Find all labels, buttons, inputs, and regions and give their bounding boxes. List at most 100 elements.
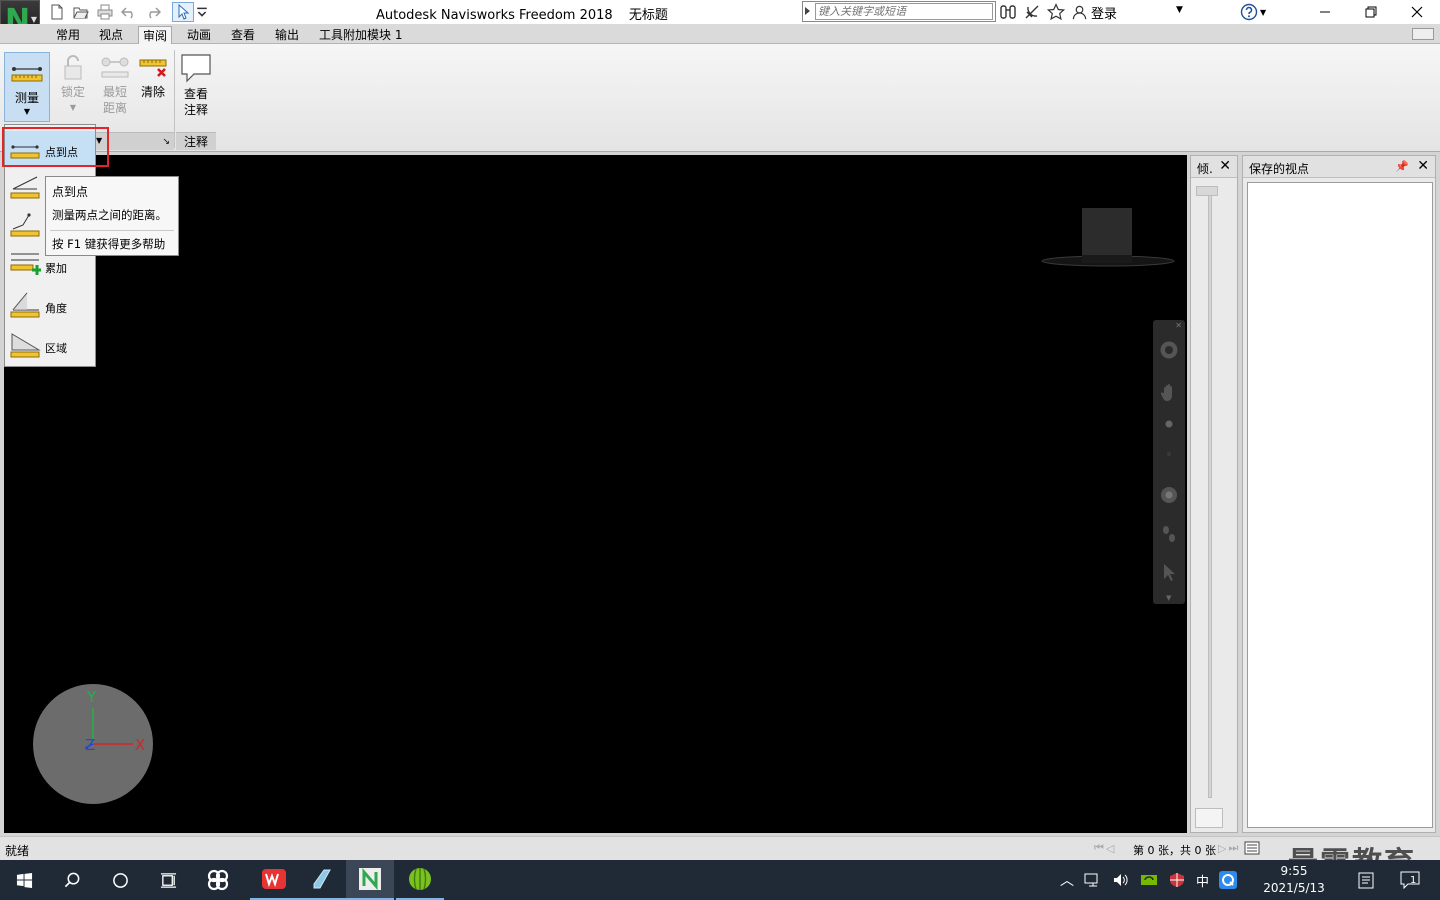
panel-launcher-icon[interactable]: ↘	[162, 133, 170, 151]
pin-panel-icon[interactable]: 📌	[1395, 160, 1409, 173]
next-sheet-icon[interactable]: ▷	[1218, 842, 1226, 855]
print-button[interactable]	[94, 2, 116, 22]
user-icon	[1072, 5, 1087, 20]
redo-button[interactable]	[142, 2, 164, 22]
communication-center-button[interactable]	[1022, 2, 1042, 22]
tray-expand-icon[interactable]: ︿	[1060, 870, 1074, 890]
3d-viewport[interactable]	[4, 155, 1187, 833]
login-button[interactable]: 登录	[1072, 3, 1117, 22]
ime-indicator[interactable]: 中	[1196, 871, 1209, 890]
taskbar-app-file-manager[interactable]	[298, 860, 346, 900]
tab-home[interactable]: 常用	[52, 26, 84, 44]
volume-icon[interactable]	[1112, 872, 1130, 888]
navbar-more-icon[interactable]: ▼	[1166, 594, 1171, 602]
look-button[interactable]	[1159, 485, 1179, 505]
binoculars-search-button[interactable]	[998, 2, 1018, 22]
search-taskbar-button[interactable]	[48, 860, 96, 900]
accumulate-icon	[10, 253, 41, 275]
taskbar-app-navisworks[interactable]	[346, 860, 394, 900]
steering-wheel-button[interactable]	[1159, 340, 1179, 360]
ribbon-minimize-button[interactable]	[1412, 28, 1434, 40]
close-tilt-panel-icon[interactable]: ✕	[1219, 158, 1231, 174]
tilt-slider-thumb[interactable]	[1196, 186, 1218, 196]
action-center-button[interactable]: 1	[1400, 860, 1420, 900]
shortest-distance-button[interactable]: 最短 距离	[96, 52, 134, 116]
lock-icon	[64, 55, 82, 80]
view-notes-button[interactable]: 查看 注释	[178, 52, 214, 118]
start-button[interactable]	[0, 860, 48, 900]
login-dropdown-icon[interactable]: ▼	[1176, 5, 1183, 15]
select-nav-button[interactable]	[1159, 562, 1179, 582]
z-axis-label: Z	[85, 736, 95, 754]
saved-viewpoints-list[interactable]	[1247, 182, 1433, 828]
orbit-button[interactable]	[1159, 444, 1179, 464]
search-input[interactable]	[815, 3, 993, 20]
security-shield-icon[interactable]	[1168, 872, 1186, 888]
nvidia-icon[interactable]	[1140, 872, 1158, 888]
tab-review[interactable]: 审阅	[138, 26, 173, 44]
title-bar: Autodesk Navisworks Freedom 2018 无标题 登录 …	[0, 0, 1440, 24]
tilt-value-box[interactable]	[1195, 808, 1223, 828]
select-tool-button[interactable]	[172, 2, 194, 22]
zoom-button[interactable]	[1159, 414, 1179, 434]
model-box-shadow	[1082, 255, 1132, 263]
help-icon	[1240, 3, 1258, 21]
walk-button[interactable]	[1159, 524, 1179, 544]
restore-button[interactable]	[1348, 0, 1394, 24]
measure-button[interactable]: 测量 ▼	[4, 52, 50, 122]
taskbar-app-wps[interactable]	[250, 860, 298, 900]
tab-viewpoint[interactable]: 视点	[95, 26, 127, 44]
close-icon	[1411, 6, 1423, 18]
measure-label: 测量	[14, 91, 39, 105]
minimize-icon	[1320, 11, 1330, 13]
scene-canvas	[1041, 208, 1175, 267]
saved-viewpoints-title: 保存的视点	[1249, 162, 1310, 176]
windows-taskbar: ︿ 中 9:55 2021/5/13 1	[0, 860, 1440, 900]
lock-label: 锁定	[60, 85, 85, 99]
favorites-button[interactable]	[1046, 2, 1066, 22]
close-viewpoints-panel-icon[interactable]: ✕	[1417, 158, 1429, 174]
notes-tray-icon[interactable]	[1358, 860, 1374, 900]
tab-output[interactable]: 输出	[271, 26, 303, 44]
saved-viewpoints-panel: 保存的视点 📌 ✕	[1242, 155, 1436, 833]
last-sheet-icon[interactable]: ⏭	[1228, 841, 1238, 855]
navbar-close-icon[interactable]: ✕	[1175, 321, 1182, 330]
cortana-button[interactable]	[96, 860, 144, 900]
help-button[interactable]: ▼	[1240, 2, 1278, 22]
view-cube-compass[interactable]: Y X Z	[33, 684, 153, 804]
tilt-panel: 倾. ✕	[1190, 155, 1238, 833]
note-icon	[1358, 872, 1374, 889]
pan-button[interactable]	[1159, 382, 1179, 402]
open-file-button[interactable]	[70, 2, 92, 22]
expand-search-icon[interactable]	[805, 7, 810, 15]
menu-item-label: 区域	[45, 342, 67, 355]
taskbar-app-watermelon[interactable]	[396, 860, 444, 900]
lock-button[interactable]: 锁定 ▼	[56, 52, 90, 116]
menu-item-angle[interactable]: 角度	[5, 287, 95, 323]
tab-addins[interactable]: 工具附加模块 1	[315, 26, 406, 44]
undo-icon	[121, 7, 133, 19]
wps-office-icon	[262, 869, 286, 889]
menu-item-area[interactable]: 区域	[5, 327, 95, 363]
new-file-button[interactable]	[46, 2, 68, 22]
system-clock[interactable]: 9:55 2021/5/13	[1254, 863, 1334, 897]
first-sheet-icon[interactable]: ⏮	[1094, 841, 1104, 855]
undo-button[interactable]	[118, 2, 140, 22]
network-icon[interactable]	[1084, 872, 1102, 888]
quick-access-toolbar	[46, 2, 208, 22]
folder-open-icon	[73, 7, 89, 19]
tab-animation[interactable]: 动画	[183, 26, 215, 44]
close-window-button[interactable]	[1394, 0, 1440, 24]
qq-icon[interactable]	[1219, 871, 1238, 889]
tab-view[interactable]: 查看	[227, 26, 259, 44]
menu-item-label: 角度	[45, 302, 67, 315]
prev-sheet-icon[interactable]: ◁	[1106, 842, 1114, 855]
tilt-slider-track[interactable]	[1208, 186, 1212, 798]
minimize-button[interactable]	[1302, 0, 1348, 24]
taskbar-app-pinwheel[interactable]	[194, 860, 242, 900]
view-notes-label-2: 注释	[183, 103, 208, 117]
qat-customize-button[interactable]	[196, 2, 208, 22]
sheet-browser-icon[interactable]	[1244, 841, 1260, 855]
task-view-button[interactable]	[144, 860, 192, 900]
clear-measure-button[interactable]: 清除	[136, 52, 170, 100]
